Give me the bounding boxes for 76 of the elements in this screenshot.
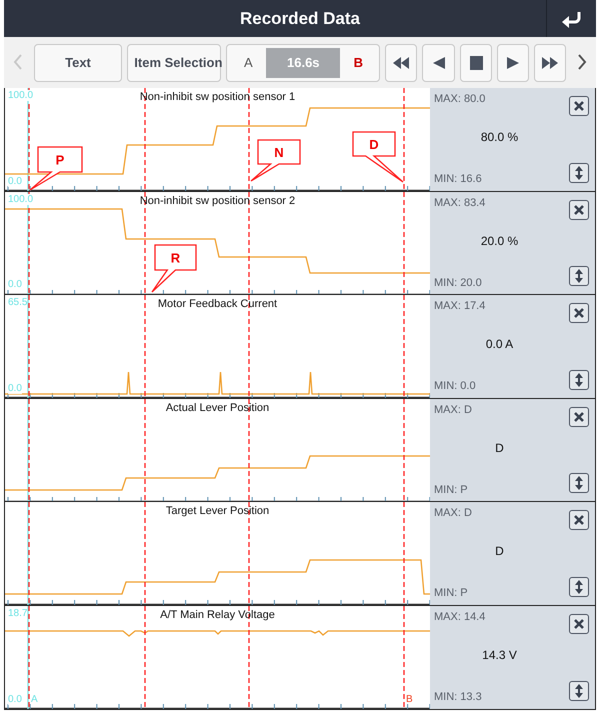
max-label: MAX: 83.4 <box>434 196 486 211</box>
min-label: MIN: 13.3 <box>434 690 482 706</box>
cursor-b-label: B <box>352 54 364 72</box>
close-icon <box>573 100 585 112</box>
current-value: D <box>494 543 505 560</box>
cursor-a-marker: A <box>31 692 38 707</box>
window-title: Recorded Data <box>240 8 360 30</box>
axis-max-label: 100.0 <box>8 194 34 205</box>
cursor-time: 16.6s <box>266 48 340 78</box>
close-icon <box>573 618 585 630</box>
max-label: MAX: 17.4 <box>434 299 486 314</box>
gear-callout: N <box>250 139 301 182</box>
close-button[interactable] <box>569 406 589 427</box>
return-arrow-icon <box>560 10 582 28</box>
axis-max-label: 100.0 <box>8 90 34 101</box>
close-button[interactable] <box>569 303 589 324</box>
min-label: MIN: 16.6 <box>434 172 482 188</box>
min-label: MIN: 20.0 <box>434 276 482 291</box>
max-label: MAX: D <box>434 402 472 418</box>
toolbar-button[interactable]: Item Selection <box>127 44 222 82</box>
current-value: 0.0 A <box>484 336 514 354</box>
cursor-b-marker: B <box>406 692 413 707</box>
channel-title: Target Lever Position <box>166 504 270 520</box>
up-down-arrow-icon <box>574 580 584 594</box>
close-button[interactable] <box>569 96 589 116</box>
up-down-arrow-icon <box>574 166 584 180</box>
up-down-arrow-icon <box>574 372 584 387</box>
axis-min-label: 0.0 <box>8 279 22 290</box>
resize-button[interactable] <box>569 162 589 183</box>
max-label: MAX: D <box>434 506 472 522</box>
rewind-button[interactable] <box>385 44 418 82</box>
up-down-arrow-icon <box>574 269 584 284</box>
up-down-arrow-icon <box>574 476 584 490</box>
resize-button[interactable] <box>569 370 589 390</box>
min-label: MIN: P <box>434 482 468 498</box>
min-label: MIN: P <box>434 586 468 602</box>
cursor-a-label: A <box>242 54 254 72</box>
current-value: 80.0 % <box>480 129 520 146</box>
gear-callout: D <box>352 131 404 183</box>
toolbar-button[interactable]: Text <box>34 44 122 82</box>
channel-title: Non-inhibit sw position sensor 1 <box>140 90 296 105</box>
close-icon <box>573 307 585 320</box>
axis-min-label: 0.0 <box>8 694 22 705</box>
close-button[interactable] <box>569 614 589 634</box>
current-value: 14.3 V <box>481 646 518 664</box>
up-down-arrow-icon <box>574 684 584 698</box>
close-button[interactable] <box>569 510 589 530</box>
resize-button[interactable] <box>569 680 589 701</box>
chevron-right-icon <box>576 53 587 72</box>
axis-max-label: 65.5 <box>8 297 28 308</box>
current-value: D <box>494 440 505 457</box>
axis-min-label: 0.0 <box>8 382 22 394</box>
min-label: MIN: 0.0 <box>434 379 476 394</box>
max-label: MAX: 14.4 <box>434 610 486 625</box>
step-back-button[interactable] <box>422 44 455 82</box>
resize-button[interactable] <box>569 473 589 494</box>
resize-button[interactable] <box>569 266 589 286</box>
resize-button[interactable] <box>569 576 589 597</box>
close-button[interactable] <box>569 200 589 220</box>
channel-title: A/T Main Relay Voltage <box>160 608 275 623</box>
axis-max-label: 18.7 <box>8 608 28 619</box>
play-button[interactable] <box>496 44 530 82</box>
max-label: MAX: 80.0 <box>434 92 486 107</box>
close-icon <box>573 514 585 526</box>
channel-title: Actual Lever Position <box>166 400 270 416</box>
fast-forward-button[interactable] <box>534 44 566 82</box>
close-icon <box>573 410 585 423</box>
close-icon <box>573 204 585 216</box>
stop-button[interactable] <box>460 44 492 82</box>
chevron-left-icon <box>13 53 24 72</box>
axis-min-label: 0.0 <box>8 176 22 187</box>
gear-callout: R <box>151 244 197 292</box>
current-value: 20.0 % <box>480 232 520 250</box>
channel-title: Motor Feedback Current <box>158 297 278 312</box>
channel-title: Non-inhibit sw position sensor 2 <box>140 194 296 209</box>
gear-callout: P <box>29 146 83 191</box>
